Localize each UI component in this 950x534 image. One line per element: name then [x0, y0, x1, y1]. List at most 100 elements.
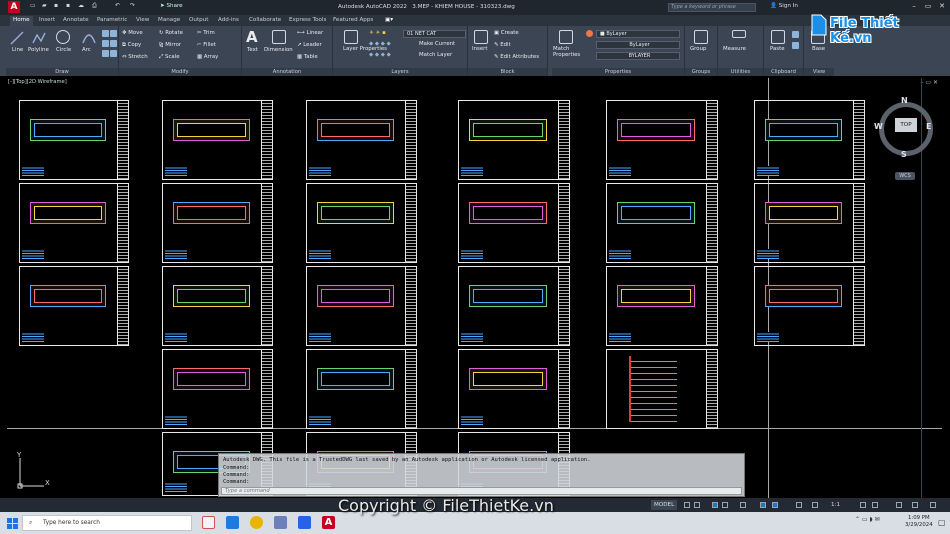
tab-express-tools[interactable]: Express Tools	[286, 16, 329, 26]
lineweight-icon[interactable]	[796, 502, 802, 508]
modify-panel-title[interactable]: Modify	[119, 68, 241, 76]
clipboard-panel-title[interactable]: Clipboard	[764, 68, 803, 76]
layer-properties-icon[interactable]	[344, 30, 358, 44]
fullscreen-icon[interactable]	[912, 502, 918, 508]
layer-dropdown[interactable]: 01 NET CAT	[403, 30, 466, 38]
dimension-button[interactable]: Dimension	[264, 47, 293, 53]
table-button[interactable]: ▦ Table	[297, 54, 318, 60]
properties-panel-title[interactable]: Properties	[552, 68, 684, 76]
tab-home[interactable]: Home	[10, 16, 33, 26]
tab-manage[interactable]: Manage	[155, 16, 183, 26]
insert-button[interactable]: Insert	[472, 46, 487, 52]
match-properties-icon[interactable]	[559, 30, 573, 44]
command-window[interactable]: Autodesk DWG. This file is a TrustedDWG …	[218, 453, 745, 497]
polyline-icon[interactable]	[32, 30, 46, 44]
hatch-icon[interactable]	[110, 30, 117, 37]
minimize-icon[interactable]: –	[908, 2, 920, 10]
gradient-icon[interactable]	[102, 40, 109, 47]
linear-button[interactable]: ⟷ Linear	[297, 30, 323, 36]
units-icon[interactable]	[872, 502, 878, 508]
tab-add-ins[interactable]: Add-ins	[215, 16, 242, 26]
wcs-menu[interactable]: WCS	[895, 172, 915, 180]
taskbar-search-input[interactable]: ⌕ Type here to search	[22, 515, 192, 531]
tab-insert[interactable]: Insert	[36, 16, 58, 26]
save-as-icon[interactable]: ▪	[66, 2, 70, 9]
edit-block-button[interactable]: ✎ Edit	[494, 42, 511, 48]
compass-east[interactable]: E	[926, 122, 931, 131]
circle-button[interactable]: Circle	[56, 47, 71, 53]
edge-icon[interactable]	[226, 516, 239, 529]
line-icon[interactable]	[10, 30, 24, 45]
groups-panel-title[interactable]: Groups	[685, 68, 717, 76]
copy-clip-icon[interactable]	[792, 42, 799, 49]
match-layer-button[interactable]: Match Layer	[419, 52, 452, 58]
drawing-viewport[interactable]: [-][Top][2D Wireframe] – ▭ ✕	[7, 78, 942, 498]
system-tray[interactable]: ⌃ ▭ ◗ ✉	[855, 516, 880, 523]
clock[interactable]: 1:09 PM 3/29/2024	[905, 515, 933, 529]
chrome-icon[interactable]	[250, 516, 263, 529]
polyline-button[interactable]: Polyline	[28, 47, 49, 53]
cloud-icon[interactable]: ☁	[78, 2, 84, 9]
rectangle-icon[interactable]	[102, 30, 109, 37]
snap-icon[interactable]	[694, 502, 700, 508]
word-icon[interactable]	[298, 516, 311, 529]
isolate-icon[interactable]	[896, 502, 902, 508]
viewport-window-controls[interactable]: – ▭ ✕	[920, 79, 938, 86]
file-explorer-icon[interactable]	[274, 516, 287, 529]
compass-west[interactable]: W	[874, 122, 883, 131]
plot-icon[interactable]: ⎙	[92, 2, 97, 10]
stretch-button[interactable]: ⇔ Stretch	[122, 54, 148, 60]
osnap-icon[interactable]	[740, 502, 746, 508]
rotate-button[interactable]: ↻ Rotate	[159, 30, 183, 36]
arc-button[interactable]: Arc	[82, 47, 91, 53]
arc-icon[interactable]	[82, 30, 96, 44]
tab-output[interactable]: Output	[186, 16, 211, 26]
measure-icon[interactable]	[732, 30, 746, 38]
ellipse-icon[interactable]	[102, 50, 109, 57]
mirror-button[interactable]: ⧎ Mirror	[159, 42, 181, 48]
save-icon[interactable]: ▪	[54, 2, 58, 9]
group-button[interactable]: Group	[690, 46, 706, 52]
line-button[interactable]: Line	[12, 47, 23, 53]
layers-panel-title[interactable]: Layers	[333, 68, 467, 76]
group-icon[interactable]	[694, 30, 708, 44]
tab-options-icon[interactable]: ▣▾	[382, 16, 396, 26]
dynamic-ucs-icon[interactable]	[772, 502, 778, 508]
circle-icon[interactable]	[56, 30, 70, 44]
annotation-visibility-icon[interactable]	[812, 502, 818, 508]
trim-button[interactable]: ✂ Trim	[197, 30, 215, 36]
autocad-taskbar-icon[interactable]: A	[322, 516, 335, 529]
undo-icon[interactable]: ↶	[115, 2, 120, 9]
utilities-panel-title[interactable]: Utilities	[718, 68, 763, 76]
leader-button[interactable]: ↗ Leader	[297, 42, 322, 48]
scale-button[interactable]: ⤢ Scale	[159, 54, 180, 61]
layer-state-icons[interactable]: ☀ ☀ ▪	[369, 30, 386, 36]
boundary-icon[interactable]	[110, 40, 117, 47]
polar-icon[interactable]	[722, 502, 728, 508]
make-current-button[interactable]: Make Current	[419, 41, 455, 47]
compass-south[interactable]: S	[901, 150, 907, 159]
color-dropdown[interactable]: ■ ByLayer	[596, 30, 680, 38]
sign-in-button[interactable]: 👤 Sign In	[770, 3, 798, 9]
create-block-button[interactable]: ▣ Create	[494, 30, 519, 36]
linetype-dropdown[interactable]: BYLAYER	[596, 52, 680, 60]
cut-icon[interactable]	[792, 31, 799, 38]
insert-block-icon[interactable]	[474, 30, 488, 44]
region-icon[interactable]	[110, 50, 117, 57]
close-icon[interactable]: ✕	[936, 2, 948, 10]
color-icon[interactable]	[586, 30, 593, 37]
dimension-icon[interactable]	[272, 30, 286, 44]
paste-icon[interactable]	[771, 30, 785, 44]
open-file-icon[interactable]: ▰	[42, 2, 47, 9]
layer-tools-icons-2[interactable]: ◆ ◆ ◆ ◆	[369, 52, 391, 58]
customize-icon[interactable]	[930, 502, 936, 508]
search-input[interactable]: Type a keyword or phrase	[668, 3, 756, 12]
layer-tools-icons[interactable]: ◆ ◆ ◆ ◆	[369, 41, 391, 47]
redo-icon[interactable]: ↷	[130, 2, 135, 9]
view-panel-title[interactable]: View	[804, 68, 834, 76]
otrack-icon[interactable]	[760, 502, 766, 508]
tab-annotate[interactable]: Annotate	[60, 16, 92, 26]
viewport-controls-label[interactable]: [-][Top][2D Wireframe]	[8, 79, 67, 85]
model-space-button[interactable]: MODEL	[651, 500, 678, 510]
tab-featured-apps[interactable]: Featured Apps	[330, 16, 376, 26]
